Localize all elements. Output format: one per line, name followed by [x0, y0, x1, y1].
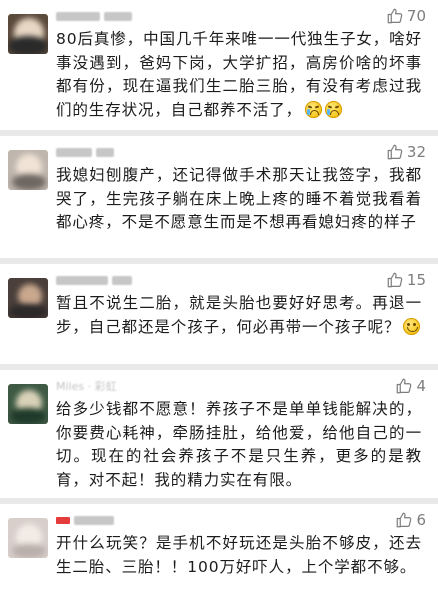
- comment-text: 暂且不说生二胎，就是头胎也要好好思考。再退一步，自己都还是个孩子，何必再带一个孩…: [56, 294, 422, 336]
- thumbs-up-icon: [397, 378, 412, 394]
- comment-feed: 70 80后真惨，中国几千年来唯一一代独生子女，啥好事没遇到，爸妈下岗，大学扩招…: [0, 0, 438, 612]
- avatar[interactable]: [8, 384, 48, 424]
- flag-badge: [56, 516, 70, 524]
- crying-face-emoji: [325, 100, 343, 118]
- like-button[interactable]: 32: [386, 143, 426, 161]
- username[interactable]: [56, 512, 114, 528]
- thumbs-up-icon: [397, 512, 412, 528]
- comment-text: 我媳妇刨腹产，还记得做手术那天让我签字，我都哭了，生完孩子躺在床上晚上疼的睡不着…: [56, 166, 422, 231]
- thumbs-up-icon: [387, 8, 403, 24]
- like-count: 70: [406, 7, 426, 25]
- username[interactable]: [56, 8, 132, 24]
- comment-text: 80后真惨，中国几千年来唯一一代独生子女，啥好事没遇到，爸妈下岗，大学扩招，高房…: [56, 30, 422, 119]
- like-button[interactable]: 4: [395, 377, 426, 395]
- smiling-face-emoji: [403, 317, 421, 335]
- crying-face-emoji: [305, 100, 323, 118]
- username[interactable]: [56, 144, 114, 160]
- username[interactable]: [56, 272, 132, 288]
- thumbs-up-icon: [387, 272, 403, 288]
- comment-card: 6 开什么玩笑？是手机不好玩还是头胎不够皮，还去生二胎、三胎！！100万好吓人，…: [0, 504, 438, 612]
- comment-card: 15 暂且不说生二胎，就是头胎也要好好思考。再退一步，自己都还是个孩子，何必再带…: [0, 264, 438, 364]
- like-button[interactable]: 70: [386, 7, 426, 25]
- like-count: 32: [406, 143, 426, 161]
- avatar[interactable]: [8, 518, 48, 558]
- comment-card: 70 80后真惨，中国几千年来唯一一代独生子女，啥好事没遇到，爸妈下岗，大学扩招…: [0, 0, 438, 130]
- thumbs-up-icon: [387, 144, 403, 160]
- like-count: 15: [406, 271, 426, 289]
- comment-text: 给多少钱都不愿意！养孩子不是单单钱能解决的，你要费心耗神，牵肠挂肚，给他爱，给他…: [56, 400, 422, 489]
- comment-text: 开什么玩笑？是手机不好玩还是头胎不够皮，还去生二胎、三胎！！100万好吓人，上个…: [56, 534, 422, 576]
- like-count: 6: [416, 511, 426, 529]
- like-button[interactable]: 15: [386, 271, 426, 289]
- avatar[interactable]: [8, 14, 48, 54]
- comment-card: Miles · 彩虹 4 给多少钱都不愿意！养孩子不是单单钱能解决的，你要费心耗…: [0, 370, 438, 498]
- like-button[interactable]: 6: [395, 511, 426, 529]
- avatar[interactable]: [8, 150, 48, 190]
- username[interactable]: Miles · 彩虹: [56, 378, 117, 394]
- like-count: 4: [416, 377, 426, 395]
- avatar[interactable]: [8, 278, 48, 318]
- comment-card: 32 我媳妇刨腹产，还记得做手术那天让我签字，我都哭了，生完孩子躺在床上晚上疼的…: [0, 136, 438, 258]
